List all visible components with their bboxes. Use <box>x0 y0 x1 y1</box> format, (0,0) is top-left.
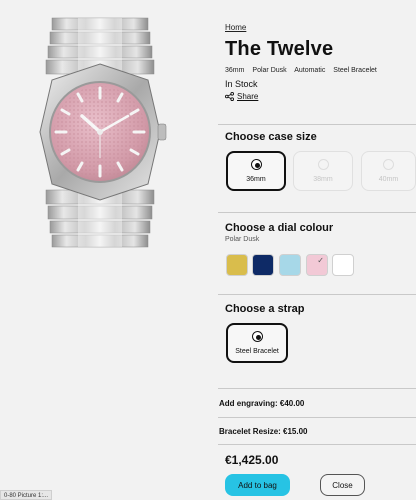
radio-icon <box>250 159 262 170</box>
dial-swatch-light-blue[interactable] <box>279 254 301 276</box>
dial-swatch-yellow[interactable] <box>226 254 248 276</box>
divider <box>218 124 416 125</box>
spec-dial: Polar Dusk <box>252 67 287 74</box>
radio-icon <box>251 331 263 342</box>
breadcrumb-home-link[interactable]: Home <box>225 23 246 32</box>
dial-swatch-pink[interactable] <box>306 254 328 276</box>
share-link[interactable]: Share <box>225 92 258 101</box>
spec-strap: Steel Bracelet <box>333 67 377 74</box>
product-image <box>0 0 210 490</box>
case-size-label: 36mm <box>246 176 266 183</box>
radio-icon <box>383 159 394 170</box>
product-price: €1,425.00 <box>225 453 279 467</box>
image-filename-tag: 0-80 Picture 1:... <box>0 490 53 500</box>
add-to-bag-button[interactable]: Add to bag <box>225 474 290 496</box>
spec-size: 36mm <box>225 67 245 74</box>
share-icon <box>225 92 234 101</box>
case-size-option-40mm[interactable]: 40mm <box>361 151 416 191</box>
divider <box>218 294 416 295</box>
strap-label: Steel Bracelet <box>235 348 279 355</box>
case-size-option-38mm[interactable]: 38mm <box>293 151 353 191</box>
divider <box>218 212 416 213</box>
watch-illustration <box>39 17 167 248</box>
dial-colour-heading: Choose a dial colour <box>225 222 334 234</box>
dial-colour-selected-name: Polar Dusk <box>225 236 260 243</box>
case-size-label: 40mm <box>378 176 399 183</box>
product-title: The Twelve <box>225 38 334 60</box>
share-label: Share <box>237 92 259 101</box>
add-engraving-option[interactable]: Add engraving: €40.00 <box>219 399 304 408</box>
case-size-heading: Choose case size <box>225 131 317 143</box>
bracelet-resize-option[interactable]: Bracelet Resize: €15.00 <box>219 427 308 436</box>
radio-icon <box>317 159 329 170</box>
stock-status: In Stock <box>225 79 258 89</box>
product-options-panel: Home The Twelve 36mm Polar Dusk Automati… <box>218 0 416 500</box>
spec-movement: Automatic <box>294 67 326 74</box>
divider <box>218 388 416 389</box>
dial-swatch-navy[interactable] <box>252 254 274 276</box>
strap-option-steel-bracelet[interactable]: Steel Bracelet <box>226 323 288 363</box>
strap-heading: Choose a strap <box>225 303 305 315</box>
dial-swatch-white[interactable] <box>332 254 354 276</box>
divider <box>218 444 416 445</box>
divider <box>218 417 416 418</box>
close-button[interactable]: Close <box>320 474 365 496</box>
case-size-label: 38mm <box>313 176 333 183</box>
product-specs: 36mm Polar Dusk Automatic Steel Bracelet <box>225 67 383 74</box>
case-size-option-36mm[interactable]: 36mm <box>226 151 286 191</box>
